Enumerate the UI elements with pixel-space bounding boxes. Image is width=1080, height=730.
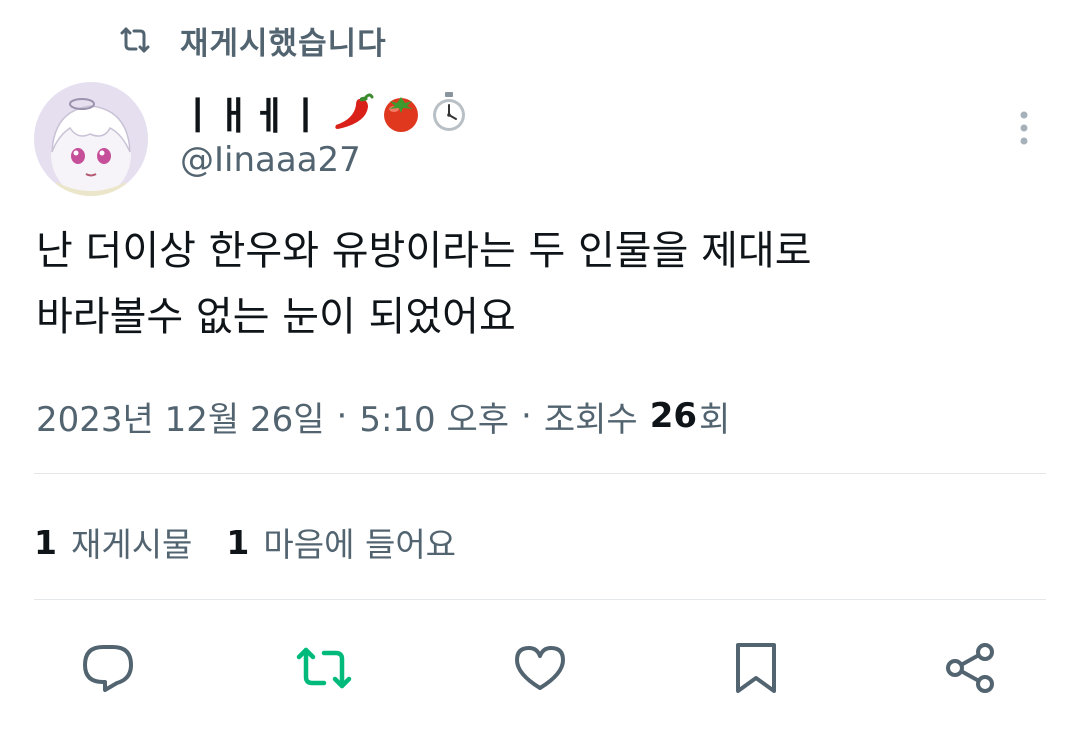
heart-icon bbox=[515, 646, 565, 690]
tweet-text-line: 바라볼수 없는 눈이 되었어요 bbox=[36, 294, 516, 340]
bookmark-button[interactable] bbox=[724, 636, 788, 700]
like-button[interactable] bbox=[508, 636, 572, 700]
reposts-stat[interactable]: 1 재게시물 bbox=[34, 518, 192, 566]
action-bar bbox=[0, 636, 1080, 700]
bookmark-icon bbox=[736, 643, 776, 693]
engagement-stats: 1 재게시물 1 마음에 들어요 bbox=[34, 514, 456, 570]
tweet-meta: 2023년 12월 26일 · 5:10 오후 · 조회수 26 회 bbox=[36, 388, 730, 444]
meta-separator: · bbox=[336, 396, 348, 436]
avatar[interactable] bbox=[34, 82, 148, 196]
repost-button[interactable] bbox=[292, 636, 356, 700]
likes-stat[interactable]: 1 마음에 들어요 bbox=[226, 518, 456, 566]
repost-icon bbox=[118, 25, 152, 55]
tweet-date[interactable]: 2023년 12월 26일 bbox=[36, 392, 325, 441]
chili-pepper-icon bbox=[330, 89, 376, 135]
divider bbox=[34, 599, 1046, 600]
reply-button[interactable] bbox=[76, 636, 140, 700]
tweet-text-line: 난 더이상 한우와 유방이라는 두 인물을 제대로 bbox=[36, 228, 812, 274]
views-suffix: 회 bbox=[699, 399, 731, 440]
views-count: 26 bbox=[649, 396, 698, 436]
display-name-text: ㅣㅐㅔㅣ bbox=[180, 93, 324, 138]
share-icon bbox=[946, 643, 994, 693]
author-handle[interactable]: @Iinaaa27 bbox=[180, 140, 361, 180]
views-label: 조회수 bbox=[543, 399, 638, 440]
divider bbox=[34, 473, 1046, 474]
reply-icon bbox=[83, 645, 133, 692]
more-options-button[interactable] bbox=[1002, 100, 1046, 156]
meta-separator: · bbox=[521, 396, 532, 436]
tweet-text: 난 더이상 한우와 유방이라는 두 인물을 제대로 바라볼수 없는 눈이 되었어… bbox=[36, 218, 1046, 350]
likes-label: 마음에 들어요 bbox=[263, 525, 457, 564]
more-vertical-icon bbox=[1020, 111, 1028, 145]
author-display-name[interactable]: ㅣㅐㅔㅣ bbox=[180, 84, 474, 140]
repost-banner-text: 재게시했습니다 bbox=[180, 25, 387, 62]
tweet-time[interactable]: 5:10 오후 bbox=[359, 392, 509, 441]
reposts-count: 1 bbox=[34, 522, 57, 562]
tomato-icon bbox=[378, 89, 424, 135]
stopwatch-icon bbox=[426, 89, 472, 135]
share-button[interactable] bbox=[938, 636, 1002, 700]
likes-count: 1 bbox=[226, 522, 250, 562]
reposts-label: 재게시물 bbox=[70, 525, 193, 564]
repost-banner[interactable]: 재게시했습니다 bbox=[118, 18, 387, 62]
repost-icon bbox=[296, 647, 352, 689]
